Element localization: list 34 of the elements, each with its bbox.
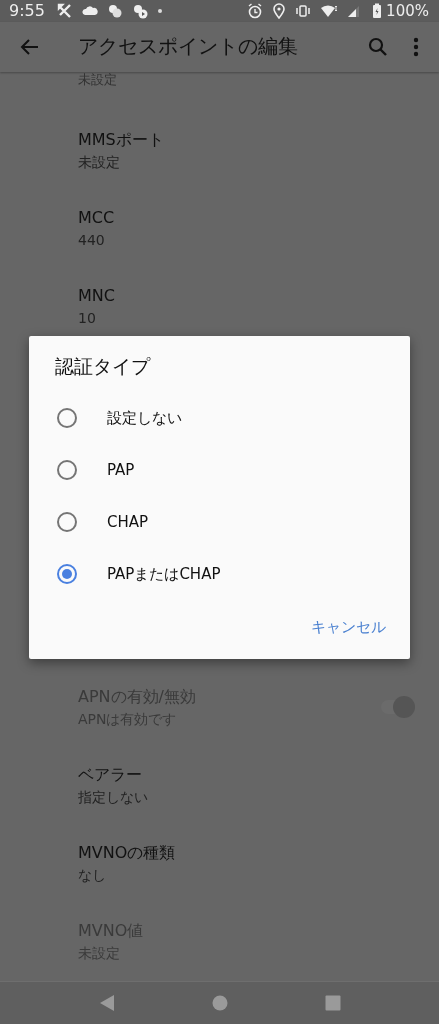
recents-icon[interactable]: [324, 995, 341, 1012]
radio-button[interactable]: [56, 563, 78, 586]
status-time: 9:55: [9, 1, 45, 21]
setting-summary: 440: [78, 231, 106, 251]
setting-title[interactable]: MMSポート: [78, 128, 415, 153]
more-options-icon[interactable]: [413, 36, 419, 57]
back-arrow-icon[interactable]: [20, 36, 40, 57]
setting-summary: なし: [78, 866, 107, 886]
search-icon[interactable]: [368, 36, 388, 57]
screen-title: アクセスポイントの編集: [78, 33, 299, 61]
tools-icon: [56, 2, 73, 19]
dot-icon: [156, 7, 163, 14]
cancel-button[interactable]: キャンセル: [303, 610, 394, 646]
setting-title[interactable]: MCC: [78, 206, 415, 231]
setting-title[interactable]: ベアラー: [78, 763, 415, 788]
setting-summary: 10: [78, 309, 97, 329]
radio-button[interactable]: [56, 511, 78, 534]
alarm-icon: [247, 2, 264, 19]
battery-percent: 100%: [386, 1, 429, 20]
option-label[interactable]: PAP: [107, 461, 135, 480]
home-icon[interactable]: [211, 995, 228, 1012]
option-label[interactable]: PAPまたはCHAP: [107, 564, 221, 584]
option-label[interactable]: CHAP: [107, 513, 149, 532]
dialog-title: 認証タイプ: [54, 354, 152, 380]
setting-title[interactable]: MVNOの種類: [78, 841, 415, 866]
radio-button[interactable]: [56, 407, 78, 430]
back-icon[interactable]: [98, 994, 115, 1013]
setting-title[interactable]: MNC: [78, 284, 415, 309]
location-icon: [272, 2, 287, 19]
radio-button[interactable]: [56, 459, 78, 482]
setting-summary: 指定しない: [78, 788, 149, 808]
option-label[interactable]: 設定しない: [107, 408, 182, 428]
setting-summary: 未設定: [78, 153, 121, 173]
vibrate-icon: [295, 2, 312, 19]
